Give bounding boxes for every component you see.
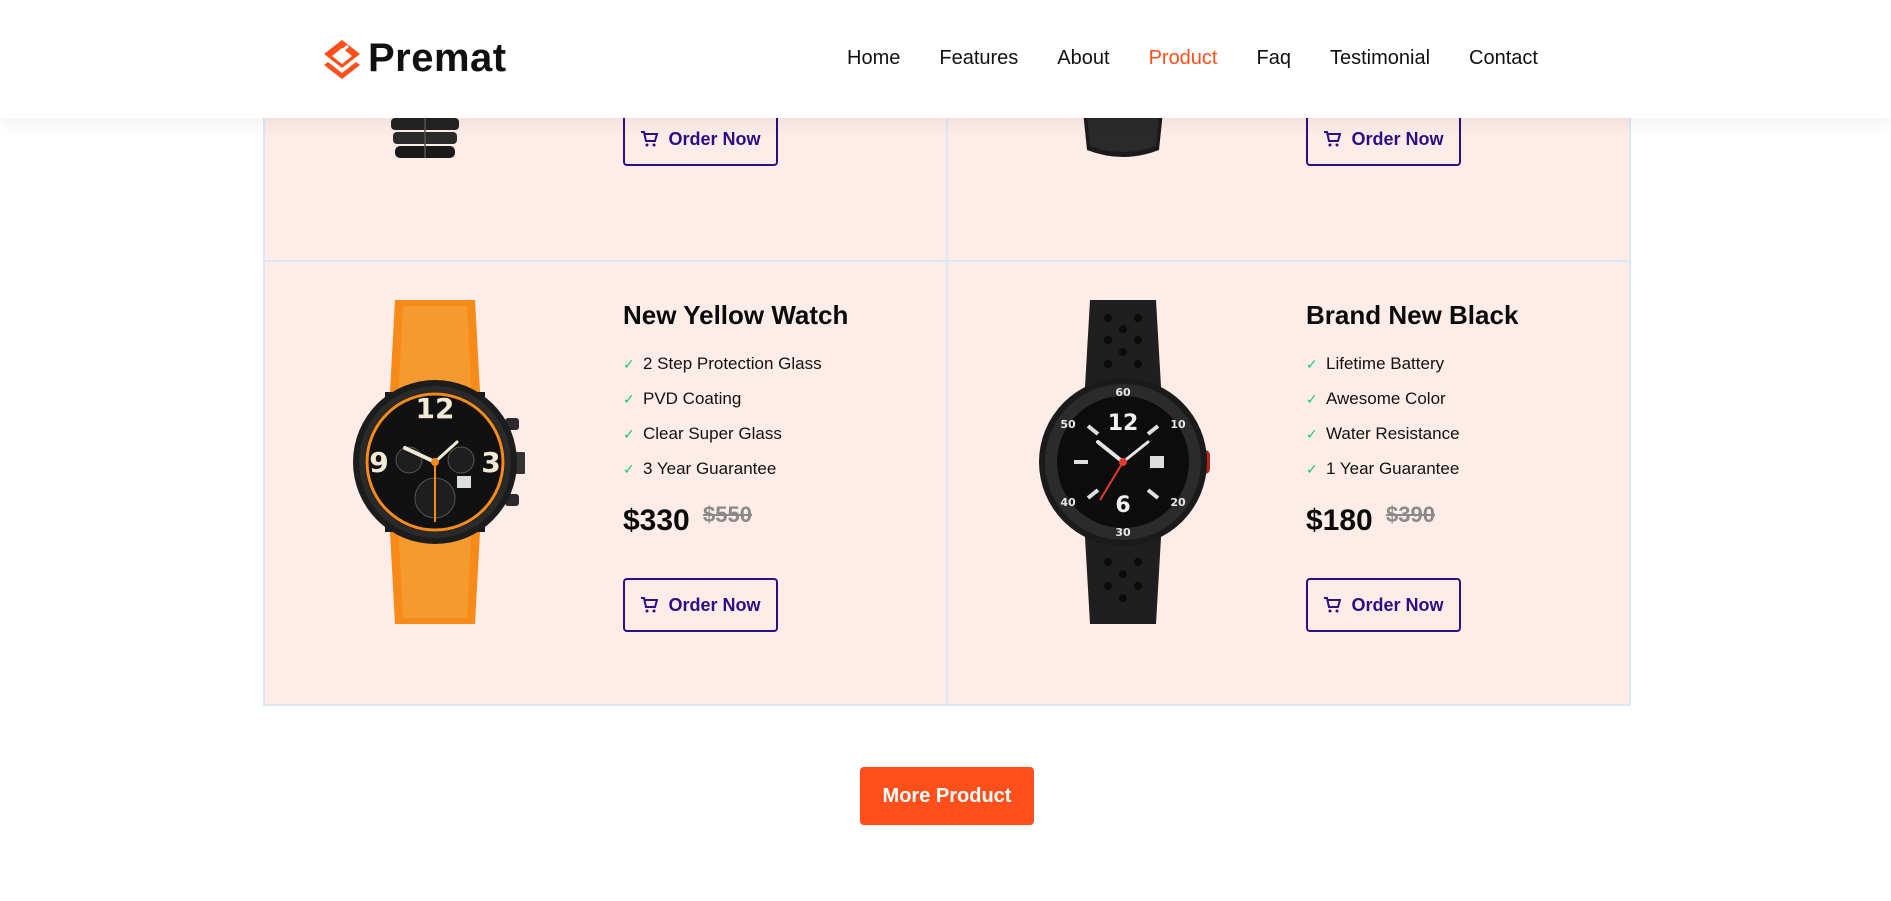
- feature-list: ✓ Lifetime Battery ✓ Awesome Color ✓ Water …: [1306, 354, 1460, 494]
- logo-icon: [324, 39, 360, 79]
- feature-item: ✓ 2 Step Protection Glass: [623, 354, 822, 373]
- product-title: Brand New Black: [1306, 300, 1519, 330]
- svg-text:12: 12: [416, 392, 455, 425]
- svg-text:6: 6: [1115, 493, 1130, 518]
- svg-text:9: 9: [369, 446, 388, 479]
- nav-features[interactable]: Features: [939, 46, 1018, 70]
- check-icon: ✓: [1306, 356, 1318, 372]
- nav-home[interactable]: Home: [847, 46, 900, 70]
- check-icon: ✓: [1306, 426, 1318, 442]
- old-price: $390: [1386, 502, 1435, 527]
- price: $330: [623, 504, 690, 537]
- check-icon: ✓: [623, 391, 635, 407]
- svg-text:30: 30: [1115, 526, 1131, 539]
- nav-about[interactable]: About: [1057, 46, 1109, 70]
- check-icon: ✓: [623, 461, 635, 477]
- check-icon: ✓: [623, 426, 635, 442]
- svg-text:10: 10: [1170, 418, 1186, 431]
- order-now-label: Order Now: [1351, 594, 1444, 615]
- logo[interactable]: Premat: [322, 36, 507, 81]
- more-product-button[interactable]: More Product: [860, 767, 1034, 825]
- page: Order Now Order Now 12 9 3 New Yellow Wa…: [0, 0, 1891, 901]
- feature-list: ✓ 2 Step Protection Glass ✓ PVD Coating ✓ C…: [623, 354, 822, 494]
- product-title: New Yellow Watch: [623, 300, 849, 330]
- order-now-button[interactable]: Order Now: [623, 578, 778, 632]
- black-sport-watch-image: 60 10 20 30 40 50 12 6: [1039, 300, 1210, 624]
- feature-item: ✓ 1 Year Guarantee: [1306, 459, 1460, 478]
- order-now-label: Order Now: [668, 128, 761, 149]
- order-now-label: Order Now: [1351, 128, 1444, 149]
- cart-icon: [1324, 131, 1342, 147]
- svg-text:3: 3: [481, 446, 500, 479]
- orange-chronograph-watch-image: 12 9 3: [353, 300, 525, 624]
- order-now-button[interactable]: Order Now: [623, 112, 778, 166]
- main-nav: Home Features About Product Faq Testimon…: [847, 46, 1538, 70]
- check-icon: ✓: [1306, 461, 1318, 477]
- check-icon: ✓: [1306, 391, 1318, 407]
- price: $180: [1306, 504, 1373, 537]
- feature-item: ✓ Clear Super Glass: [623, 424, 782, 443]
- svg-text:60: 60: [1115, 386, 1131, 399]
- nav-testimonial[interactable]: Testimonial: [1330, 46, 1430, 70]
- cart-icon: [641, 131, 659, 147]
- feature-item: ✓ Water Resistance: [1306, 424, 1460, 443]
- nav-product[interactable]: Product: [1149, 46, 1218, 70]
- nav-contact[interactable]: Contact: [1469, 46, 1538, 70]
- svg-text:50: 50: [1060, 418, 1076, 431]
- feature-item: ✓ Lifetime Battery: [1306, 354, 1445, 373]
- site-header: Premat Home Features About Product Faq T…: [0, 0, 1891, 118]
- cart-icon: [1324, 597, 1342, 613]
- feature-item: ✓ PVD Coating: [623, 389, 742, 408]
- svg-text:20: 20: [1170, 496, 1186, 509]
- cart-icon: [641, 597, 659, 613]
- product-card: 12 9 3 New Yellow Watch ✓ 2 Step Protecti…: [263, 260, 948, 706]
- order-now-button[interactable]: Order Now: [1306, 112, 1461, 166]
- product-card: 60 10 20 30 40 50 12 6 Brand New Black ✓…: [946, 260, 1631, 706]
- svg-text:12: 12: [1108, 411, 1139, 436]
- order-now-button[interactable]: Order Now: [1306, 578, 1461, 632]
- check-icon: ✓: [623, 356, 635, 372]
- order-now-label: Order Now: [668, 594, 761, 615]
- feature-item: ✓ Awesome Color: [1306, 389, 1446, 408]
- feature-item: ✓ 3 Year Guarantee: [623, 459, 777, 478]
- brand-name: Premat: [368, 36, 507, 80]
- nav-faq[interactable]: Faq: [1257, 46, 1291, 70]
- svg-text:40: 40: [1060, 496, 1076, 509]
- old-price: $550: [703, 502, 752, 527]
